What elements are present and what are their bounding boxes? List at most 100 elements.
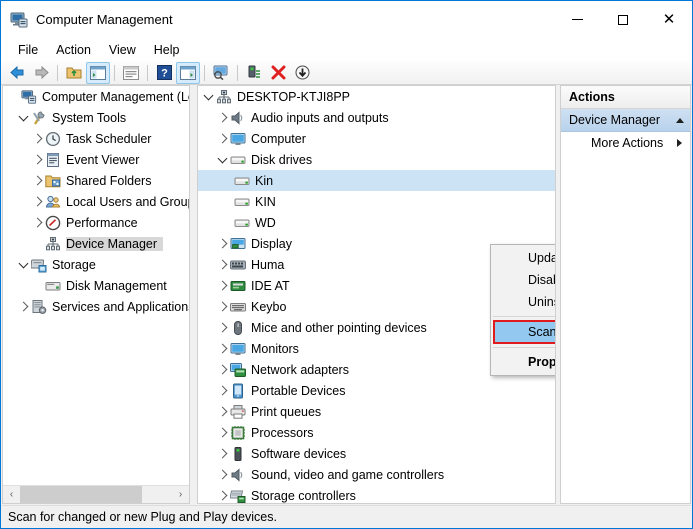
- close-icon: ✕: [663, 12, 676, 27]
- expander-none: [5, 86, 21, 107]
- keyboard-icon: [230, 299, 246, 315]
- device-item-processors[interactable]: Processors: [198, 422, 555, 443]
- device-item-portable-devices[interactable]: Portable Devices: [198, 380, 555, 401]
- disable-device-button[interactable]: [290, 62, 314, 84]
- sidebar-item-services-and-applications[interactable]: Services and Applications: [3, 296, 189, 317]
- expander-down-icon[interactable]: [214, 149, 230, 170]
- expander-right-icon[interactable]: [15, 296, 31, 317]
- action-more-actions[interactable]: More Actions: [561, 132, 690, 153]
- expander-right-icon[interactable]: [214, 422, 230, 443]
- up-one-level-button[interactable]: [62, 62, 86, 84]
- sidebar-item-local-users-and-groups[interactable]: Local Users and Groups: [3, 191, 189, 212]
- context-menu-item-uninstall-device[interactable]: Uninstall device: [491, 291, 556, 313]
- device-item-print-queues[interactable]: Print queues: [198, 401, 555, 422]
- properties-button[interactable]: [119, 62, 143, 84]
- minimize-icon: [572, 19, 583, 20]
- expander-right-icon[interactable]: [29, 191, 45, 212]
- expander-right-icon[interactable]: [29, 170, 45, 191]
- minimize-button[interactable]: [554, 1, 600, 38]
- device-item-software-devices[interactable]: Software devices: [198, 443, 555, 464]
- triangle-up-icon[interactable]: [676, 118, 684, 123]
- hscroll-right-arrow[interactable]: ›: [172, 486, 189, 503]
- device-item-storage-controllers[interactable]: Storage controllers: [198, 485, 555, 504]
- sidebar-item-event-viewer[interactable]: Event Viewer: [3, 149, 189, 170]
- expander-right-icon[interactable]: [29, 212, 45, 233]
- hscroll-left-arrow[interactable]: ‹: [3, 486, 20, 503]
- sidebar-item-shared-folders[interactable]: Shared Folders: [3, 170, 189, 191]
- device-manager-icon: [216, 89, 232, 105]
- context-menu-item-properties[interactable]: Properties: [491, 351, 556, 373]
- hscroll-thumb[interactable]: [20, 486, 142, 503]
- menu-bar: File Action View Help: [1, 38, 692, 61]
- expander-right-icon[interactable]: [214, 338, 230, 359]
- context-menu-item-update-driver[interactable]: Update driver: [491, 247, 556, 269]
- maximize-button[interactable]: [600, 1, 646, 38]
- scan-hardware-button[interactable]: [209, 62, 233, 84]
- left-splitter[interactable]: [190, 85, 197, 504]
- expander-right-icon[interactable]: [29, 128, 45, 149]
- expander-right-icon[interactable]: [214, 317, 230, 338]
- sidebar-item-system-tools[interactable]: System Tools: [3, 107, 189, 128]
- device-item-computer[interactable]: Computer: [198, 128, 555, 149]
- expander-right-icon[interactable]: [214, 443, 230, 464]
- console-tree-hscrollbar[interactable]: ‹ ›: [3, 485, 189, 503]
- expander-right-icon[interactable]: [214, 107, 230, 128]
- expander-right-icon[interactable]: [214, 464, 230, 485]
- system-tools-icon: [31, 110, 47, 126]
- help-button[interactable]: ?: [152, 62, 176, 84]
- device-tree-label: Keybo: [251, 300, 292, 314]
- hscroll-track[interactable]: [20, 486, 172, 503]
- sidebar-item-task-scheduler[interactable]: Task Scheduler: [3, 128, 189, 149]
- menu-action[interactable]: Action: [47, 40, 100, 60]
- show-hide-action-pane-button[interactable]: [176, 62, 200, 84]
- expander-right-icon[interactable]: [214, 359, 230, 380]
- storage-icon: [31, 257, 47, 273]
- device-item-disk-kingston-selected[interactable]: Kin: [198, 170, 555, 191]
- menu-file[interactable]: File: [9, 40, 47, 60]
- expander-right-icon[interactable]: [214, 254, 230, 275]
- tree-label: System Tools: [52, 111, 132, 125]
- sidebar-item-disk-management[interactable]: Disk Management: [3, 275, 189, 296]
- device-item-audio-inputs-and-outputs[interactable]: Audio inputs and outputs: [198, 107, 555, 128]
- device-item-sound-video-and-game-controllers[interactable]: Sound, video and game controllers: [198, 464, 555, 485]
- tree-label: Device Manager: [66, 237, 163, 251]
- uninstall-device-button[interactable]: [266, 62, 290, 84]
- device-item-disk-kin[interactable]: KIN: [198, 191, 555, 212]
- menu-help[interactable]: Help: [145, 40, 189, 60]
- expander-right-icon[interactable]: [214, 128, 230, 149]
- expander-down-icon[interactable]: [15, 107, 31, 128]
- context-menu-item-scan-for-hardware-changes[interactable]: Scan for hardware changes: [493, 320, 556, 344]
- context-menu-item-disable-device[interactable]: Disable device: [491, 269, 556, 291]
- expander-right-icon[interactable]: [29, 149, 45, 170]
- device-tree-pane: DESKTOP-KTJI8PP Audio inputs and outputs…: [197, 85, 556, 504]
- device-item-disk-wd[interactable]: WD: [198, 212, 555, 233]
- expander-right-icon[interactable]: [214, 275, 230, 296]
- expander-right-icon[interactable]: [214, 296, 230, 317]
- menu-view[interactable]: View: [100, 40, 145, 60]
- forward-button[interactable]: [29, 62, 53, 84]
- back-button[interactable]: [5, 62, 29, 84]
- device-tree-label: Software devices: [251, 447, 352, 461]
- expander-down-icon[interactable]: [15, 254, 31, 275]
- device-tree-root[interactable]: DESKTOP-KTJI8PP: [198, 86, 555, 107]
- storage-controller-icon: [230, 488, 246, 504]
- tree-item-computer-management-root[interactable]: Computer Management (Local: [3, 86, 189, 107]
- expander-right-icon[interactable]: [214, 401, 230, 422]
- device-tree-label: Monitors: [251, 342, 305, 356]
- device-item-disk-drives[interactable]: Disk drives: [198, 149, 555, 170]
- sidebar-item-storage[interactable]: Storage: [3, 254, 189, 275]
- sidebar-item-device-manager[interactable]: Device Manager: [3, 233, 189, 254]
- actions-group-device-manager[interactable]: Device Manager: [561, 109, 690, 132]
- expander-right-icon[interactable]: [214, 233, 230, 254]
- expander-right-icon[interactable]: [214, 380, 230, 401]
- monitor-icon: [230, 131, 246, 147]
- context-menu-separator: [493, 316, 556, 317]
- expander-right-icon[interactable]: [214, 485, 230, 504]
- close-button[interactable]: ✕: [646, 1, 692, 38]
- sidebar-item-performance[interactable]: Performance: [3, 212, 189, 233]
- tree-label: Event Viewer: [66, 153, 145, 167]
- update-driver-button[interactable]: [242, 62, 266, 84]
- show-hide-console-tree-button[interactable]: [86, 62, 110, 84]
- expander-down-icon[interactable]: [200, 86, 216, 107]
- device-tree-label: Print queues: [251, 405, 327, 419]
